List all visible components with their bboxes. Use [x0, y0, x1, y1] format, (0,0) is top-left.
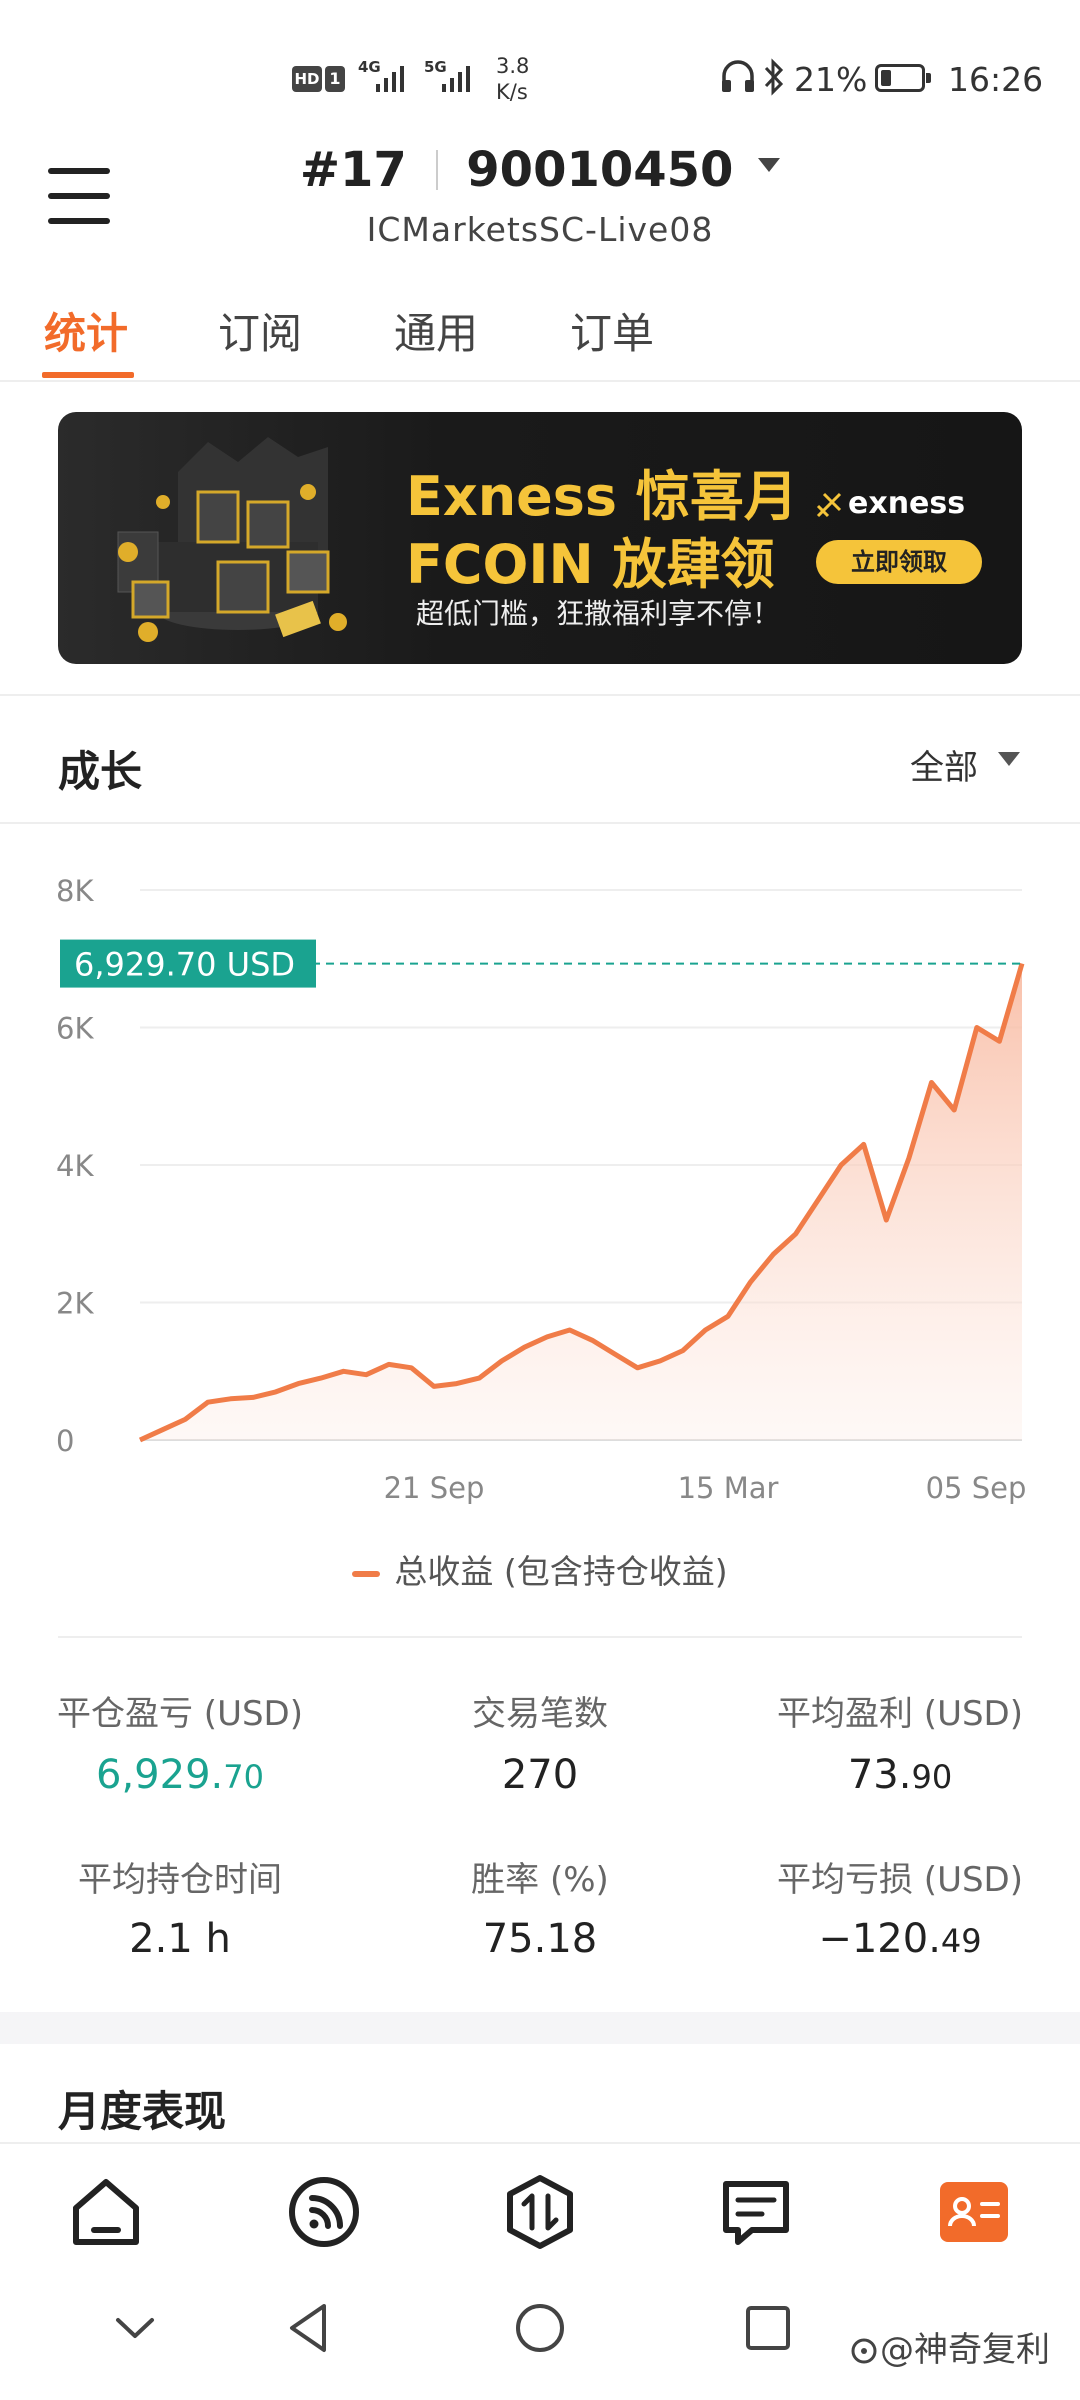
- monthly-title: 月度表现: [58, 2087, 227, 2136]
- chart-legend: 总收益 (包含持仓收益): [0, 1545, 1080, 1593]
- x-tick-label: 05 Sep: [926, 1471, 1027, 1505]
- bottom-nav: [0, 2142, 1080, 2272]
- section-divider: [0, 694, 1080, 696]
- growth-area: [140, 963, 1022, 1440]
- promo-banner[interactable]: Exness 惊喜月 FCOIN 放肆领 超低门槛，狂撒福利享不停！ exnes…: [58, 412, 1022, 664]
- caret-down-icon: [758, 158, 781, 172]
- legend-swatch: [352, 1570, 381, 1577]
- stat-value-avg-hold: 2.1 h: [129, 1916, 231, 1962]
- tab-bar: 统计 订阅 通用 订单: [0, 280, 1080, 382]
- stat-label-trades: 交易笔数: [472, 1694, 608, 1734]
- banner-subtitle: 超低门槛，狂撒福利享不停！: [416, 597, 781, 630]
- stat-value-avg-profit: 73.90: [847, 1752, 953, 1798]
- x-tick-label: 21 Sep: [384, 1471, 485, 1505]
- y-tick-label: 0: [56, 1424, 74, 1458]
- tab-stats[interactable]: 统计: [44, 300, 128, 361]
- stat-label-avg-profit: 平均盈利 (USD): [777, 1694, 1023, 1734]
- stat-label-avg-hold: 平均持仓时间: [78, 1860, 282, 1900]
- profile-icon[interactable]: [934, 2172, 1014, 2252]
- current-value-tag: 6,929.70 USD: [60, 939, 316, 988]
- stat-value-trades: 270: [501, 1752, 579, 1798]
- section-divider: [58, 1636, 1022, 1638]
- stat-label-avg-loss: 平均亏损 (USD): [777, 1860, 1023, 1900]
- exness-logo-icon: [816, 492, 842, 518]
- banner-claim-button[interactable]: 立即领取: [816, 540, 982, 584]
- feed-icon[interactable]: [284, 2172, 364, 2252]
- net-speed-value: 3.8: [496, 54, 530, 78]
- trade-icon[interactable]: [500, 2172, 580, 2252]
- account-number: #17: [299, 142, 407, 198]
- stat-label-closed-pl: 平仓盈亏 (USD): [57, 1694, 303, 1734]
- recents-icon[interactable]: [744, 2304, 792, 2352]
- banner-brand: exness: [848, 486, 966, 521]
- range-label: 全部: [910, 748, 978, 788]
- y-tick-label: 6K: [56, 1012, 94, 1046]
- stat-value-avg-loss: −120.49: [818, 1916, 982, 1962]
- sim-badge: 1: [325, 66, 345, 92]
- current-value-label: 6,929.70 USD: [74, 946, 295, 984]
- section-divider: [0, 822, 1080, 824]
- news-icon[interactable]: [716, 2172, 796, 2252]
- status-bar: HD 1 4G 5G 3.8 K/s 21% 16:26: [0, 0, 1080, 120]
- watermark-logo-icon: [851, 2338, 877, 2364]
- net-speed-unit: K/s: [496, 80, 528, 104]
- growth-title: 成长: [58, 747, 143, 796]
- legend-label: 总收益 (包含持仓收益): [394, 1552, 728, 1591]
- y-tick-label: 4K: [56, 1149, 94, 1183]
- battery-icon: [875, 64, 931, 92]
- section-gap: [0, 2012, 1080, 2044]
- watermark: @神奇复利: [848, 2322, 1050, 2371]
- home-circle-icon[interactable]: [514, 2302, 566, 2354]
- signal-icon-2: [442, 66, 470, 92]
- back-icon[interactable]: [284, 2300, 332, 2356]
- gift-illustration: [117, 437, 347, 642]
- y-tick-label: 8K: [56, 874, 94, 908]
- tab-subscribe[interactable]: 订阅: [218, 300, 302, 361]
- x-tick-label: 15 Mar: [678, 1471, 779, 1505]
- growth-chart: 8K 6K 4K 2K 0 6,929.70 USD 21 Sep 15 Mar 05 Se…: [56, 874, 1027, 1505]
- hd-badge: HD: [292, 66, 322, 92]
- home-icon[interactable]: [66, 2172, 146, 2252]
- signal-icon-1: [376, 66, 404, 92]
- caret-down-icon: [998, 752, 1020, 766]
- banner-headline-2: FCOIN 放肆领: [406, 533, 775, 596]
- account-id: 90010450: [466, 142, 734, 198]
- collapse-icon[interactable]: [114, 2314, 156, 2342]
- y-tick-label: 2K: [56, 1287, 94, 1321]
- stat-value-win-rate: 75.18: [482, 1916, 598, 1962]
- clock: 16:26: [948, 60, 1044, 99]
- server-name: ICMarketsSC-Live08: [366, 210, 714, 249]
- active-tab-indicator: [42, 372, 134, 378]
- account-header: #17 90010450 ICMarketsSC-Live08: [0, 120, 1080, 270]
- tab-orders[interactable]: 订单: [570, 300, 654, 361]
- stat-value-closed-pl: 6,929.70: [96, 1752, 264, 1798]
- bluetooth-icon: [764, 58, 784, 96]
- tab-general[interactable]: 通用: [394, 300, 478, 361]
- stat-label-win-rate: 胜率 (%): [471, 1860, 609, 1900]
- account-selector[interactable]: #17 90010450: [0, 142, 1080, 198]
- battery-percent: 21%: [794, 60, 868, 99]
- headphone-icon: [722, 60, 754, 92]
